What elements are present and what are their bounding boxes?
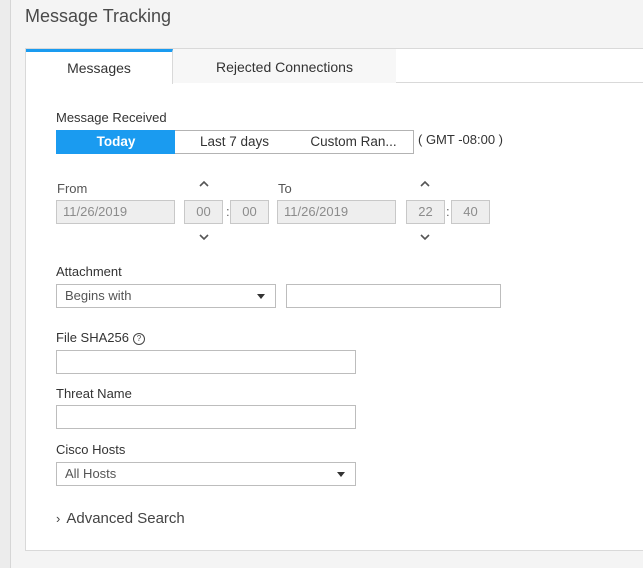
left-strip (0, 0, 11, 568)
advanced-search-toggle[interactable]: › Advanced Search (56, 510, 185, 527)
to-minute-field[interactable]: 40 (451, 200, 490, 224)
from-hour-down-chevron-icon[interactable] (196, 231, 212, 243)
chevron-down-icon (257, 294, 265, 299)
time-colon: : (446, 204, 450, 219)
range-today-button[interactable]: Today (56, 130, 176, 154)
to-date-field[interactable]: 11/26/2019 (277, 200, 396, 224)
threat-name-input[interactable] (56, 405, 356, 429)
range-custom-button[interactable]: Custom Ran... (294, 130, 414, 154)
chevron-down-icon (337, 472, 345, 477)
attachment-label: Attachment (56, 264, 122, 279)
cisco-hosts-value: All Hosts (65, 466, 117, 481)
help-icon[interactable]: ? (132, 333, 145, 345)
message-received-label: Message Received (56, 110, 167, 125)
from-minute-field[interactable]: 00 (230, 200, 269, 224)
threat-name-label: Threat Name (56, 386, 132, 401)
page-title: Message Tracking (25, 6, 172, 26)
from-hour-field[interactable]: 00 (184, 200, 223, 224)
advanced-search-label: Advanced Search (66, 510, 185, 527)
from-hour-up-chevron-icon[interactable] (196, 178, 212, 190)
file-sha256-label: File SHA256? (56, 330, 145, 345)
attachment-operator-value: Begins with (65, 288, 132, 303)
range-last-7-days-button[interactable]: Last 7 days (175, 130, 295, 154)
to-hour-field[interactable]: 22 (406, 200, 445, 224)
chevron-right-icon: › (56, 511, 61, 526)
from-label: From (57, 181, 88, 196)
file-sha256-label-text: File SHA256 (56, 330, 129, 345)
tab-bar: Messages Rejected Connections (26, 49, 643, 84)
timezone-label: ( GMT -08:00 ) (418, 132, 504, 147)
file-sha256-input[interactable] (56, 350, 356, 374)
to-hour-up-chevron-icon[interactable] (417, 178, 433, 190)
cisco-hosts-select[interactable]: All Hosts (56, 462, 356, 486)
to-hour-down-chevron-icon[interactable] (417, 231, 433, 243)
tab-messages[interactable]: Messages (26, 49, 173, 84)
attachment-value-input[interactable] (286, 284, 501, 308)
attachment-operator-select[interactable]: Begins with (56, 284, 276, 308)
tab-rejected-connections[interactable]: Rejected Connections (173, 49, 396, 83)
to-label: To (278, 181, 292, 196)
from-date-field[interactable]: 11/26/2019 (56, 200, 175, 224)
cisco-hosts-label: Cisco Hosts (56, 442, 126, 457)
